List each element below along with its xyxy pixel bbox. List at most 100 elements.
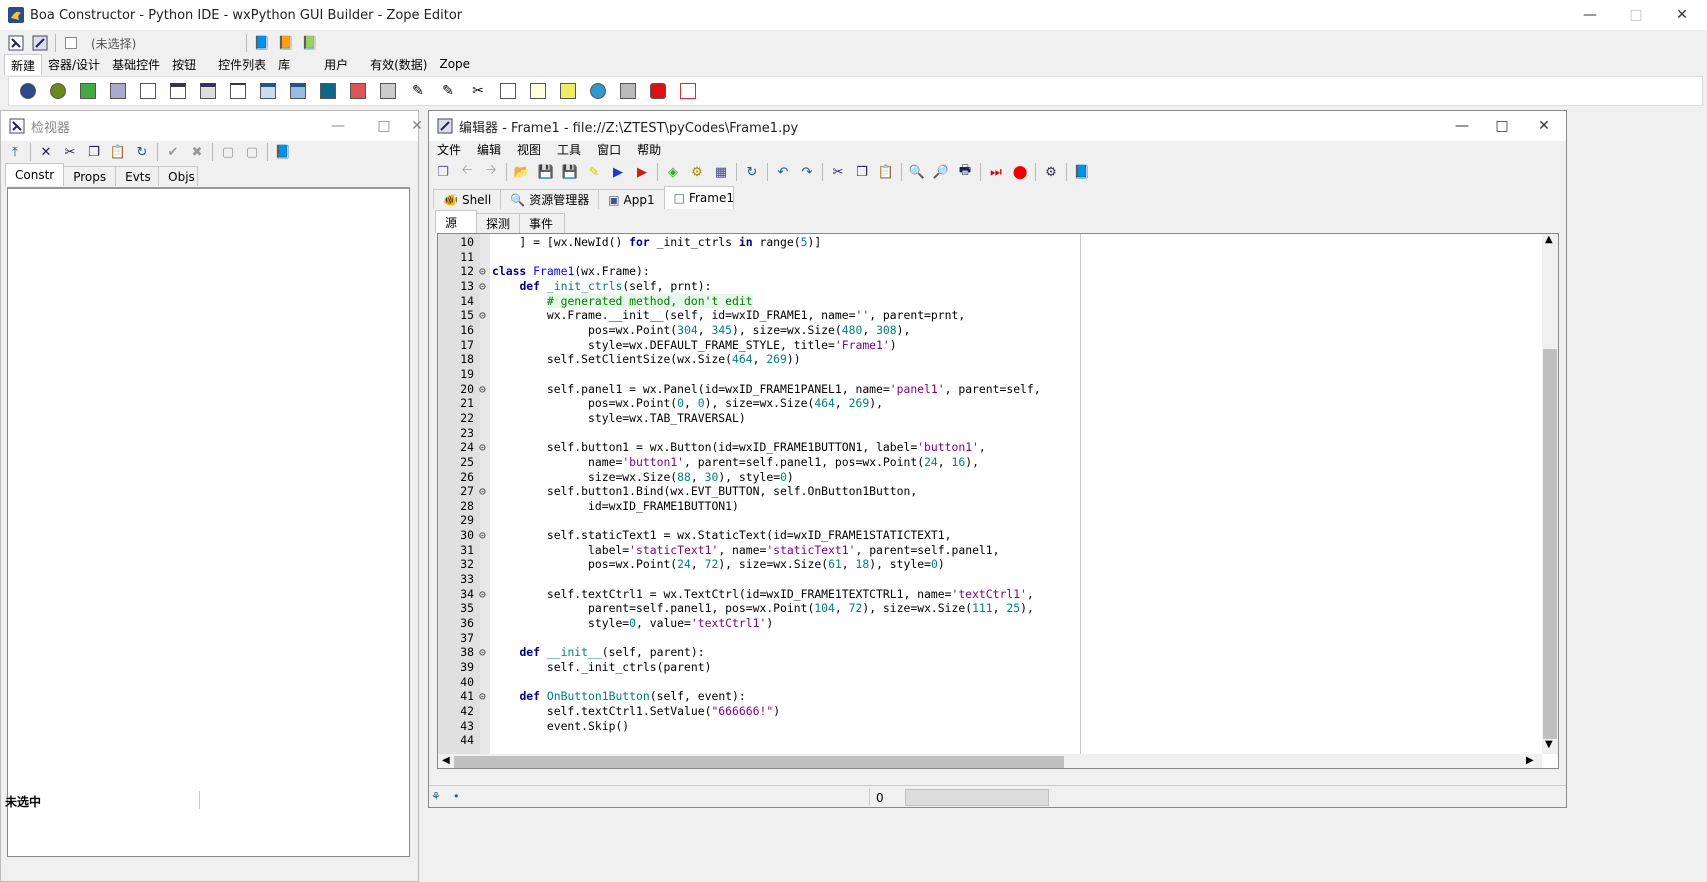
main-titlebar[interactable]: Boa Constructor - Python IDE - wxPython … xyxy=(0,0,1707,30)
code-line[interactable] xyxy=(492,733,1542,748)
menu-edit[interactable]: 编辑 xyxy=(469,141,509,158)
delete-icon[interactable]: ✕ xyxy=(35,141,57,163)
code-line[interactable]: name='button1', parent=self.panel1, pos=… xyxy=(492,455,1542,470)
save-as-icon[interactable]: 💾 xyxy=(559,161,581,183)
debug-icon[interactable]: ⚙ xyxy=(686,161,708,183)
code-line[interactable] xyxy=(492,367,1542,382)
tab-shell[interactable]: 🐠 Shell xyxy=(433,189,502,209)
copy-icon[interactable]: ❐ xyxy=(83,141,105,163)
code-line[interactable]: self.button1 = wx.Button(id=wxID_FRAME1B… xyxy=(492,440,1542,455)
help-book-icon[interactable]: 📘 xyxy=(1071,161,1093,183)
menu-tools[interactable]: 工具 xyxy=(549,141,589,158)
code-line[interactable]: size=wx.Size(88, 30), style=0) xyxy=(492,470,1542,485)
menu-file[interactable]: 文件 xyxy=(429,141,469,158)
menu-help[interactable]: 帮助 xyxy=(629,141,669,158)
code-line[interactable]: self.textCtrl1 = wx.TextCtrl(id=wxID_FRA… xyxy=(492,587,1542,602)
selection-checkbox[interactable] xyxy=(60,32,82,54)
fold-marker[interactable]: ⊝ xyxy=(479,440,491,455)
editor-titlebar[interactable]: 编辑器 - Frame1 - file://Z:\ZTEST\pyCodes\F… xyxy=(429,111,1566,141)
palette-tab-zope[interactable]: Zope xyxy=(433,54,476,74)
refresh-icon[interactable]: ↻ xyxy=(131,141,153,163)
refresh-icon[interactable]: ↻ xyxy=(741,161,763,183)
wx-book-icon[interactable]: 📗 xyxy=(299,32,321,54)
code-line[interactable] xyxy=(492,426,1542,441)
code-line[interactable]: self.button1.Bind(wx.EVT_BUTTON, self.On… xyxy=(492,484,1542,499)
remove-item-icon[interactable]: ▢ xyxy=(241,141,263,163)
python-book-icon[interactable]: 📙 xyxy=(275,32,297,54)
tab-explore[interactable]: 探测 xyxy=(476,213,520,233)
palette-tab-library[interactable]: 库 xyxy=(272,54,318,74)
find-again-icon[interactable]: 🔎 xyxy=(930,161,952,183)
code-line[interactable]: style=wx.DEFAULT_FRAME_STYLE, title='Fra… xyxy=(492,338,1542,353)
redo-icon[interactable]: ↷ xyxy=(796,161,818,183)
code-line[interactable]: label='staticText1', name='staticText1',… xyxy=(492,543,1542,558)
run-module-icon[interactable]: ▶ xyxy=(631,161,653,183)
add-item-icon[interactable]: ▢ xyxy=(217,141,239,163)
settings-icon[interactable]: ⚙ xyxy=(1040,161,1062,183)
designer-icon[interactable]: ◈ xyxy=(662,161,684,183)
code-line[interactable]: pos=wx.Point(304, 345), size=wx.Size(480… xyxy=(492,323,1542,338)
code-line[interactable]: class Frame1(wx.Frame): xyxy=(492,264,1542,279)
palette-tab-basic-controls[interactable]: 基础控件 xyxy=(106,54,166,74)
forward-arrow-icon[interactable]: 🡢 xyxy=(480,161,502,183)
tab-props[interactable]: Props xyxy=(63,166,117,186)
code-line[interactable]: self.SetClientSize(wx.Size(464, 269)) xyxy=(492,352,1542,367)
new-panel-icon[interactable] xyxy=(373,78,403,104)
fold-marker[interactable]: ⊝ xyxy=(479,689,491,704)
code-line[interactable]: style=0, value='textCtrl1') xyxy=(492,616,1542,631)
cut-icon[interactable]: ✂ xyxy=(827,161,849,183)
code-line[interactable] xyxy=(492,675,1542,690)
editor-maximize-button[interactable]: □ xyxy=(1479,111,1525,141)
palette-tab-validators[interactable]: 有效(数据) xyxy=(364,54,433,74)
tab-explorer[interactable]: 🔍 资源管理器 xyxy=(500,189,600,209)
new-setup-icon[interactable] xyxy=(103,78,133,104)
new-globe-icon[interactable] xyxy=(583,78,613,104)
open-icon[interactable]: 📂 xyxy=(511,161,533,183)
menu-view[interactable]: 视图 xyxy=(509,141,549,158)
new-edit-icon[interactable] xyxy=(673,78,703,104)
apply-check-icon[interactable]: ✔ xyxy=(162,141,184,163)
code-line[interactable]: self.textCtrl1.SetValue("666666!") xyxy=(492,704,1542,719)
inspector-property-grid[interactable] xyxy=(7,187,410,857)
step-icon[interactable]: ⏭ xyxy=(985,161,1007,183)
new-mdi-parent-icon[interactable] xyxy=(253,78,283,104)
help-book-icon[interactable]: 📘 xyxy=(272,141,294,163)
new-text-icon[interactable] xyxy=(133,78,163,104)
new-tool-icon[interactable]: ✎ xyxy=(403,78,433,104)
undo-icon[interactable]: ↶ xyxy=(772,161,794,183)
scroll-right-arrow-icon[interactable]: ▶ xyxy=(1526,755,1534,766)
horizontal-scroll-thumb[interactable] xyxy=(454,756,1064,768)
print-icon[interactable]: 🖶 xyxy=(954,161,976,183)
tab-app1[interactable]: ▣ App1 xyxy=(598,189,665,209)
fold-marker[interactable]: ⊝ xyxy=(479,587,491,602)
scroll-up-arrow-icon[interactable]: ▲ xyxy=(1545,234,1553,245)
code-line[interactable]: style=wx.TAB_TRAVERSAL) xyxy=(492,411,1542,426)
palette-tab-buttons[interactable]: 按钮 xyxy=(166,54,212,74)
close-file-icon[interactable]: ❐ xyxy=(432,161,454,183)
new-html-icon[interactable] xyxy=(553,78,583,104)
new-doc-icon[interactable] xyxy=(493,78,523,104)
code-line[interactable]: ] = [wx.NewId() for _init_ctrls in range… xyxy=(492,235,1542,250)
code-line[interactable] xyxy=(492,572,1542,587)
help-book-icon[interactable]: 📘 xyxy=(251,32,273,54)
tab-events[interactable]: 事件 xyxy=(519,213,565,233)
code-line[interactable]: def __init__(self, parent): xyxy=(492,645,1542,660)
inspector-up-icon[interactable]: ⤒ xyxy=(4,141,26,163)
tab-source[interactable]: 源 xyxy=(435,210,477,233)
code-line[interactable]: parent=self.panel1, pos=wx.Point(104, 72… xyxy=(492,601,1542,616)
code-line[interactable] xyxy=(492,513,1542,528)
profile-icon[interactable]: ▦ xyxy=(710,161,732,183)
code-line[interactable]: def OnButton1Button(self, event): xyxy=(492,689,1542,704)
vertical-scrollbar[interactable]: ▲ ▼ xyxy=(1542,234,1558,754)
breakpoint-icon[interactable]: ⬤ xyxy=(1009,161,1031,183)
palette-tab-containers[interactable]: 容器/设计 xyxy=(42,54,106,74)
code-line[interactable]: id=wxID_FRAME1BUTTON1) xyxy=(492,499,1542,514)
code-line[interactable]: self.staticText1 = wx.StaticText(id=wxID… xyxy=(492,528,1542,543)
new-mdi-child-icon[interactable] xyxy=(283,78,313,104)
menu-window[interactable]: 窗口 xyxy=(589,141,629,158)
save-icon[interactable]: 💾 xyxy=(535,161,557,183)
fold-marker[interactable]: ⊝ xyxy=(479,382,491,397)
code-line[interactable] xyxy=(492,250,1542,265)
tab-evts[interactable]: Evts xyxy=(115,166,160,186)
new-package-icon[interactable] xyxy=(73,78,103,104)
